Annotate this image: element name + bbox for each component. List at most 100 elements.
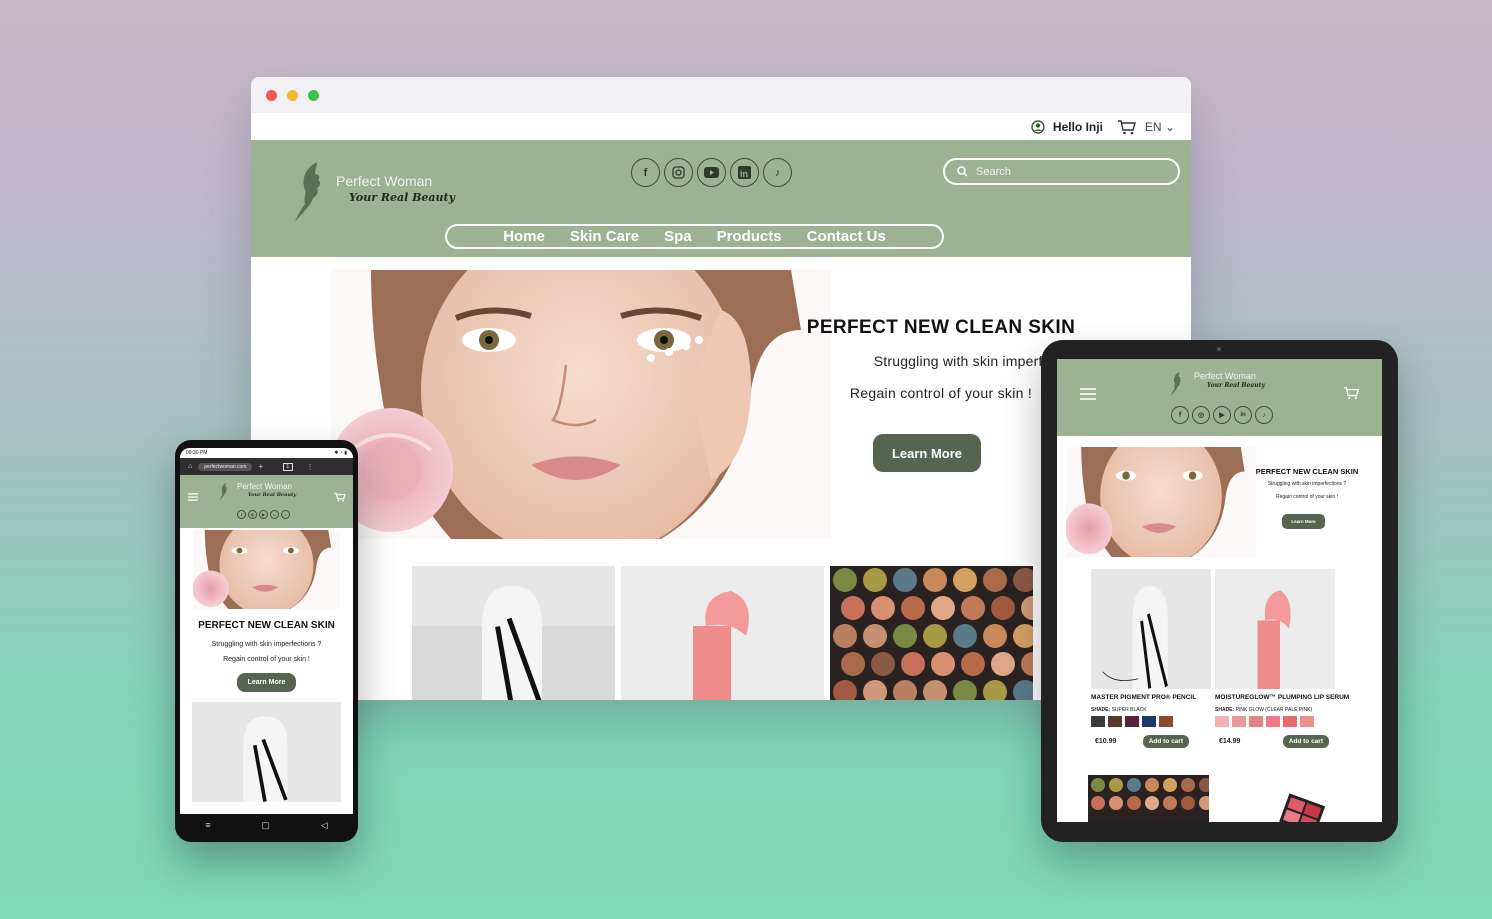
price-row: €10.99 Add to cart [1091,735,1211,748]
eyeshadow-pan [841,652,865,676]
youtube-icon[interactable] [697,158,726,187]
brand-logo[interactable]: Perfect Woman Your Real Beauty [291,160,455,224]
shade-swatches [1091,716,1211,727]
product-image-lip-serum[interactable] [1215,569,1335,689]
search-input[interactable] [976,165,1146,178]
facebook-icon[interactable]: f [631,158,660,187]
nav-products[interactable]: Products [717,228,782,245]
home-icon[interactable]: ⌂ [188,463,192,470]
shade-swatch[interactable] [1283,716,1297,727]
eyeshadow-pan [931,596,955,620]
nav-spa[interactable]: Spa [664,228,692,245]
shade-swatch[interactable] [1159,716,1173,727]
linkedin-icon[interactable]: in [1234,406,1252,424]
shade-swatches [1215,716,1335,727]
menu-icon[interactable] [188,493,198,501]
nav-contact-us[interactable]: Contact Us [807,228,886,245]
eyeshadow-pan [983,624,1007,648]
eyeshadow-pan [923,568,947,592]
youtube-icon[interactable]: ▶ [259,510,268,519]
nav-home[interactable]: Home [503,228,545,245]
back-icon[interactable]: ◁ [321,820,328,831]
shade-swatch[interactable] [1249,716,1263,727]
user-greeting[interactable]: Hello Inji [1053,120,1103,134]
eyeshadow-pan [953,624,977,648]
account-bar: Hello Inji EN ⌄ [251,113,1191,140]
eyeshadow-pan [901,596,925,620]
language-selector[interactable]: EN ⌄ [1145,120,1175,134]
social-links: f ◎ ▶ in ♪ [237,510,290,519]
hero-title: PERFECT NEW CLEAN SKIN [198,620,335,631]
product-image-eyeshadow[interactable] [1088,775,1209,822]
shade-swatch[interactable] [1108,716,1122,727]
eyeshadow-pan [863,624,887,648]
more-options-icon[interactable]: ⋮ [307,463,314,471]
product-image-blush-palette[interactable] [1275,790,1335,822]
cart-icon[interactable] [334,492,346,502]
youtube-icon[interactable]: ▶ [1213,406,1231,424]
linkedin-icon[interactable]: in [270,510,279,519]
product-name[interactable]: MASTER PIGMENT PRO® PENCIL [1091,694,1211,701]
hero-subtitle: Struggling with skin imperfections ? [211,641,322,648]
hero-title: PERFECT NEW CLEAN SKIN [1255,467,1359,476]
cart-icon[interactable] [1343,386,1360,400]
linkedin-icon[interactable]: in [730,158,759,187]
shade-swatch[interactable] [1091,716,1105,727]
status-time: 09:30 PM [186,450,208,456]
shade-swatch[interactable] [1266,716,1280,727]
add-to-cart-button[interactable]: Add to cart [1142,735,1189,748]
brand-name: Perfect Woman [336,173,433,189]
shade-swatch[interactable] [1142,716,1156,727]
facebook-icon[interactable]: f [237,510,246,519]
shade-swatch[interactable] [1232,716,1246,727]
chevron-down-icon: ⌄ [1164,120,1175,134]
hero-image [193,530,340,609]
learn-more-button[interactable]: Learn More [873,434,981,472]
shade-swatch[interactable] [1300,716,1314,727]
learn-more-button[interactable]: Learn More [237,673,296,692]
eyeshadow-pan [991,652,1015,676]
shade-swatch[interactable] [1215,716,1229,727]
hero-image [331,270,831,539]
eyeshadow-pan [953,568,977,592]
product-tile-eyeshadow[interactable] [830,566,1033,700]
product-tile-lip-serum[interactable] [621,566,824,700]
learn-more-button[interactable]: Learn More [1282,514,1325,529]
hero-title: PERFECT NEW CLEAN SKIN [806,317,1076,338]
product-name[interactable]: MOISTUREGLOW™ PLUMPING LIP SERUM [1215,694,1349,701]
eyeshadow-pan [961,596,985,620]
recent-apps-icon[interactable]: ≡ [205,820,210,830]
add-to-cart-button[interactable]: Add to cart [1282,735,1329,748]
tiktok-icon[interactable]: ♪ [281,510,290,519]
eyeshadow-pan [833,568,857,592]
cart-icon[interactable] [1117,119,1137,135]
facebook-icon[interactable]: f [1171,406,1189,424]
instagram-icon[interactable]: ◎ [248,510,257,519]
hero-tagline: Regain control of your skin ! [1276,494,1338,500]
browser-title-bar [251,77,1191,113]
nav-skin-care[interactable]: Skin Care [570,228,639,245]
phone-device: 09:30 PM ✱ ◔ ▮ ⌂ perfectwoman.com + 1 ⋮ … [175,440,358,842]
tiktok-icon[interactable]: ♪ [1255,406,1273,424]
tabs-icon[interactable]: 1 [283,462,293,471]
product-image-pencil[interactable] [192,702,341,802]
instagram-icon[interactable]: ◎ [1192,406,1210,424]
eyeshadow-pan [923,624,947,648]
maximize-window-button[interactable] [308,90,319,101]
menu-icon[interactable] [1080,388,1096,400]
user-icon[interactable] [1031,120,1045,134]
shade-label: SHADE: [1091,707,1111,713]
search-icon[interactable] [957,166,968,177]
hero-tagline: Regain control of your skin ! [223,656,310,663]
new-tab-icon[interactable]: + [258,462,263,471]
instagram-icon[interactable] [664,158,693,187]
close-window-button[interactable] [266,90,277,101]
shade-swatch[interactable] [1125,716,1139,727]
product-image-pencil[interactable] [1091,569,1211,689]
language-label: EN [1144,120,1162,134]
home-button-icon[interactable]: ▢ [261,820,270,831]
tiktok-icon[interactable]: ♪ [763,158,792,187]
product-tile-pencil[interactable] [412,566,615,700]
minimize-window-button[interactable] [287,90,298,101]
url-field[interactable]: perfectwoman.com [198,462,253,471]
